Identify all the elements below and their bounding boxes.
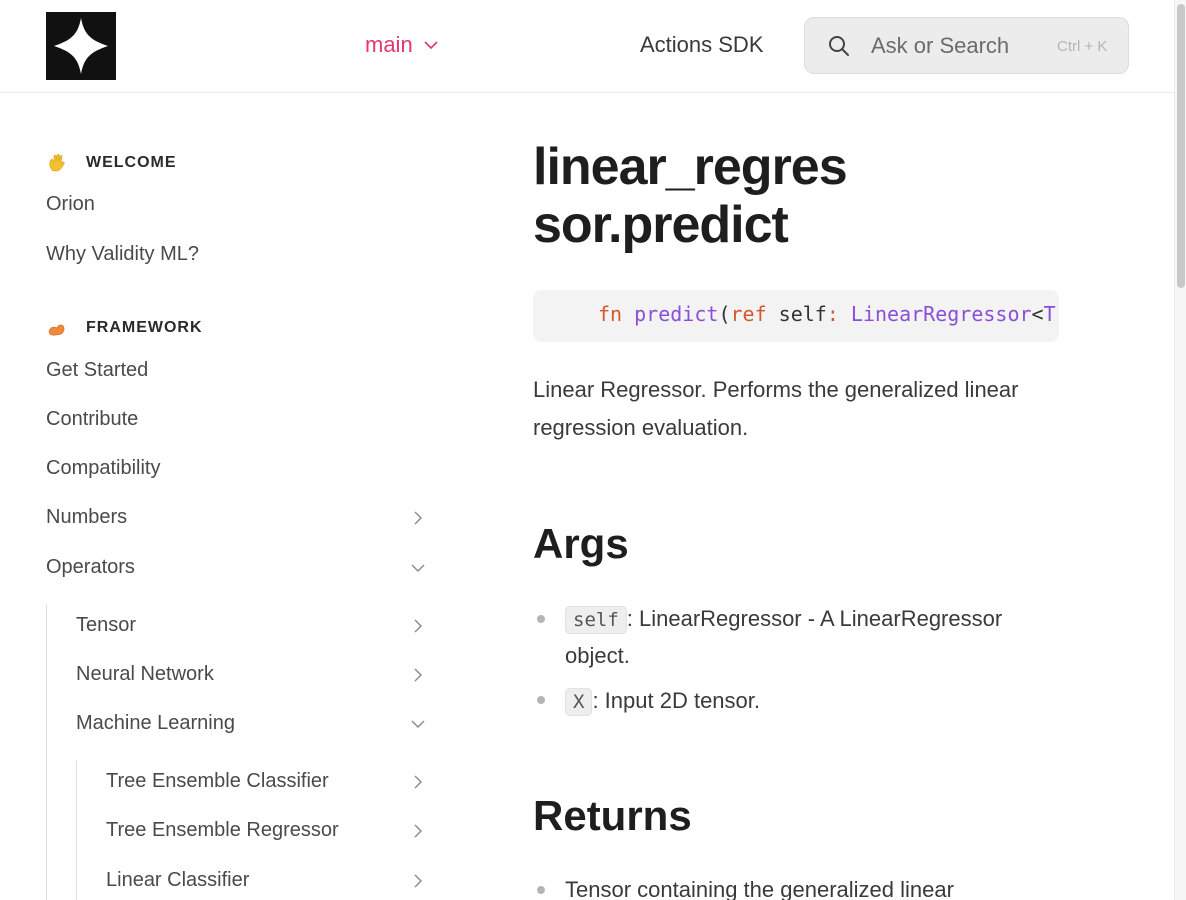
sidebar-item-compatibility[interactable]: Compatibility (46, 457, 160, 480)
sidebar-item-tree-ensemble-classifier[interactable]: Tree Ensemble Classifier (106, 770, 329, 793)
returns-heading: Returns (533, 792, 692, 839)
sidebar-item-machine-learning[interactable]: Machine Learning (76, 712, 235, 735)
sidebar-item-get-started[interactable]: Get Started (46, 359, 148, 382)
waving-hand-icon (46, 152, 68, 174)
sidebar-item-why-validity[interactable]: Why Validity ML? (46, 243, 199, 266)
chevron-right-icon[interactable] (410, 774, 426, 790)
sidebar-item-tree-ensemble-regressor[interactable]: Tree Ensemble Regressor (106, 819, 339, 842)
nav-link-actions-sdk[interactable]: Actions SDK (640, 32, 764, 58)
sidebar-section-title: WELCOME (86, 154, 177, 171)
chevron-down-icon[interactable] (410, 716, 426, 732)
branch-label: main (365, 32, 413, 57)
sidebar-section-welcome: WELCOME (46, 152, 177, 174)
top-header: main Actions SDK Ask or Search Ctrl + K (0, 0, 1174, 93)
code-lt: < (1031, 302, 1044, 326)
code-keyword: fn (598, 302, 623, 326)
description: Linear Regressor. Performs the generaliz… (533, 377, 1019, 440)
page-title: linear_regressor.predict (533, 138, 848, 254)
arg-text: : Input 2D tensor. (592, 688, 760, 713)
sidebar-item-contribute[interactable]: Contribute (46, 408, 138, 431)
page-scrollbar[interactable] (1174, 0, 1186, 900)
scrollbar-thumb[interactable] (1177, 4, 1185, 288)
branch-selector[interactable]: main (365, 32, 439, 58)
code-ref: ref (730, 302, 767, 326)
chevron-down-icon[interactable] (410, 560, 426, 576)
sidebar-item-neural-network[interactable]: Neural Network (76, 663, 214, 686)
sidebar-item-orion[interactable]: Orion (46, 193, 95, 216)
sidebar-section-framework: FRAMEWORK (46, 317, 203, 339)
tree-guide-line (46, 604, 47, 900)
validity-logo-icon[interactable] (46, 12, 116, 80)
inline-code: X (565, 688, 593, 716)
arg-item-self: self: LinearRegressor - A LinearRegresso… (565, 601, 1055, 673)
returns-item: Tensor containing the generalized linear (565, 877, 954, 900)
inline-code: self (565, 606, 627, 634)
search-icon (829, 36, 849, 56)
code-paren: ( (718, 302, 731, 326)
search-shortcut: Ctrl + K (1057, 38, 1108, 55)
code-function-name: predict (634, 302, 719, 326)
chevron-down-icon (424, 41, 438, 50)
sidebar-section-title: FRAMEWORK (86, 319, 203, 336)
chevron-right-icon[interactable] (410, 873, 426, 889)
sidebar-item-numbers[interactable]: Numbers (46, 506, 127, 529)
code-type: LinearRegressor (850, 302, 1032, 326)
list-bullet (537, 696, 545, 704)
args-heading: Args (533, 520, 629, 567)
sidebar-item-linear-classifier[interactable]: Linear Classifier (106, 869, 249, 892)
code-self: self (778, 302, 827, 326)
search-placeholder: Ask or Search (871, 33, 1010, 58)
chevron-right-icon[interactable] (410, 618, 426, 634)
search-box[interactable]: Ask or Search Ctrl + K (804, 17, 1129, 74)
code-colon: : (826, 302, 839, 326)
sidebar-item-operators[interactable]: Operators (46, 556, 135, 579)
chevron-right-icon[interactable] (410, 823, 426, 839)
code-signature: fn predict(ref self: LinearRegressor<T (598, 302, 1056, 326)
flexed-biceps-icon (46, 317, 68, 339)
arg-item-x: X: Input 2D tensor. (565, 683, 1055, 720)
chevron-right-icon[interactable] (410, 510, 426, 526)
tree-guide-line (76, 760, 77, 900)
sidebar-item-tensor[interactable]: Tensor (76, 614, 136, 637)
arg-text: : LinearRegressor - A LinearRegressor ob… (565, 606, 1003, 668)
code-signature-block[interactable]: fn predict(ref self: LinearRegressor<T (533, 290, 1059, 342)
list-bullet (537, 615, 545, 623)
chevron-right-icon[interactable] (410, 667, 426, 683)
code-type-param: T (1043, 302, 1056, 326)
list-bullet (537, 886, 545, 894)
